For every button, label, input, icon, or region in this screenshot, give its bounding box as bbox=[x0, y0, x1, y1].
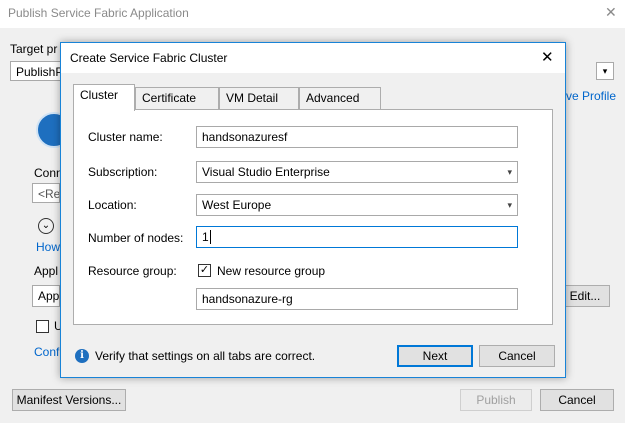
tab-certificate[interactable]: Certificate bbox=[135, 87, 219, 109]
save-profile-link[interactable]: ve Profile bbox=[566, 89, 625, 103]
next-button[interactable]: Next bbox=[397, 345, 473, 367]
close-icon[interactable]: ✕ bbox=[541, 48, 554, 66]
nodes-label: Number of nodes: bbox=[88, 231, 184, 245]
publish-button[interactable]: Publish bbox=[460, 389, 532, 411]
connection-field[interactable]: <Res bbox=[32, 183, 60, 203]
profile-chevron-down-icon[interactable]: ▾ bbox=[596, 62, 614, 80]
parent-window-title: Publish Service Fabric Application bbox=[8, 6, 189, 20]
expand-chevron-down-icon[interactable]: ⌄ bbox=[38, 218, 54, 234]
chevron-down-icon: ▾ bbox=[507, 200, 512, 210]
dialog-cancel-button[interactable]: Cancel bbox=[479, 345, 555, 367]
subscription-value: Visual Studio Enterprise bbox=[202, 165, 330, 179]
edit-button[interactable]: Edit... bbox=[560, 285, 610, 307]
tab-cluster[interactable]: Cluster bbox=[73, 84, 135, 111]
verify-info-text: Verify that settings on all tabs are cor… bbox=[95, 349, 316, 363]
location-label: Location: bbox=[88, 198, 137, 212]
dialog-title: Create Service Fabric Cluster bbox=[70, 51, 228, 65]
cluster-name-label: Cluster name: bbox=[88, 130, 163, 144]
manifest-versions-button[interactable]: Manifest Versions... bbox=[12, 389, 126, 411]
subscription-label: Subscription: bbox=[88, 165, 158, 179]
info-icon: i bbox=[75, 349, 89, 363]
location-value: West Europe bbox=[202, 198, 272, 212]
parent-close-icon[interactable]: ✕ bbox=[605, 4, 617, 21]
tab-vm-detail[interactable]: VM Detail bbox=[219, 87, 299, 109]
parent-cancel-button[interactable]: Cancel bbox=[540, 389, 614, 411]
nodes-input[interactable]: 1 bbox=[196, 226, 518, 248]
subscription-select[interactable]: Visual Studio Enterprise ▾ bbox=[196, 161, 518, 183]
application-field[interactable]: Appl bbox=[32, 285, 60, 307]
text-caret bbox=[209, 230, 211, 244]
new-resource-group-checkbox[interactable]: ✓ bbox=[198, 264, 211, 277]
tab-advanced[interactable]: Advanced bbox=[299, 87, 381, 109]
chevron-down-icon: ▾ bbox=[507, 167, 512, 177]
target-profile-label: Target pr bbox=[10, 42, 58, 56]
checkmark-icon: ✓ bbox=[199, 264, 210, 276]
new-resource-group-label: New resource group bbox=[217, 264, 326, 278]
create-cluster-dialog: Create Service Fabric Cluster ✕ Cluster … bbox=[60, 42, 566, 378]
how-link[interactable]: How bbox=[36, 240, 60, 254]
application-label: Appl bbox=[34, 264, 59, 278]
parent-checkbox[interactable] bbox=[36, 320, 49, 333]
profile-combo[interactable]: PublishP bbox=[10, 61, 62, 81]
location-select[interactable]: West Europe ▾ bbox=[196, 194, 518, 216]
resource-group-input[interactable]: handsonazure-rg bbox=[196, 288, 518, 310]
resource-group-label: Resource group: bbox=[88, 264, 177, 278]
nodes-value: 1 bbox=[202, 230, 209, 244]
connection-label: Conn bbox=[34, 166, 60, 180]
configure-link[interactable]: Conf bbox=[34, 345, 60, 359]
cluster-name-input[interactable]: handsonazuresf bbox=[196, 126, 518, 148]
